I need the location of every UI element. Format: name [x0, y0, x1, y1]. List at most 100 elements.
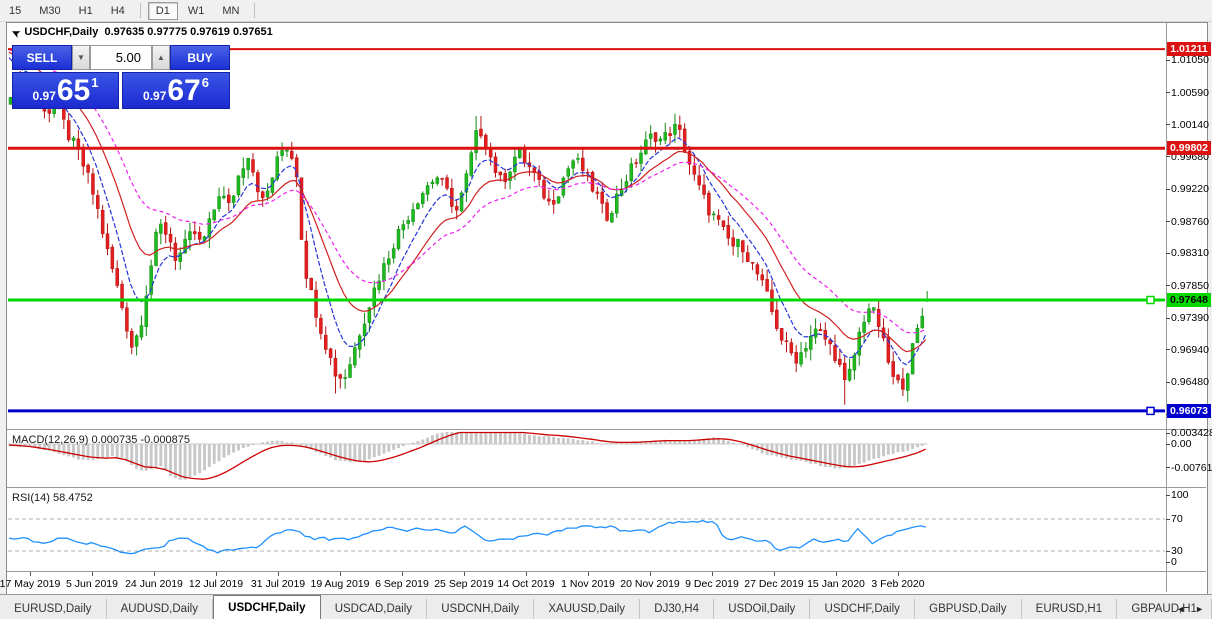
- price-level-badge[interactable]: 0.96073: [1167, 403, 1211, 418]
- timeframe-button-w1[interactable]: W1: [180, 2, 213, 20]
- date-label[interactable]: 3 Feb 2020: [871, 578, 924, 590]
- rsi-axis-label: 70: [1171, 513, 1183, 525]
- timeframe-button-m30[interactable]: M30: [31, 2, 68, 20]
- price-axis-label: 1.01050: [1171, 54, 1209, 67]
- chart-tab-dj30-h4[interactable]: DJ30,H4: [640, 599, 715, 619]
- date-label[interactable]: 14 Oct 2019: [497, 578, 554, 590]
- price-axis-separator: [1166, 23, 1167, 592]
- chart-tab-xauusd-daily[interactable]: XAUUSD,Daily: [534, 599, 641, 619]
- timeframe-button-mn[interactable]: MN: [214, 2, 247, 20]
- chart-tab-usdcnh-daily[interactable]: USDCNH,Daily: [427, 599, 535, 619]
- date-label[interactable]: 31 Jul 2019: [251, 578, 305, 590]
- price-axis-label: 0.96940: [1171, 343, 1209, 356]
- date-tick: [836, 572, 837, 576]
- chart-tab-eurusd-daily[interactable]: EURUSD,Daily: [0, 599, 107, 619]
- date-tick: [774, 572, 775, 576]
- timeline-separator: [7, 571, 1206, 572]
- sell-button[interactable]: SELL: [12, 45, 72, 70]
- macd-axis-tick: [1166, 467, 1170, 469]
- price-axis-tick: [1166, 381, 1170, 383]
- timeframe-button-h4[interactable]: H4: [103, 2, 133, 20]
- chart-tab-eurusd-h1[interactable]: EURUSD,H1: [1022, 599, 1118, 619]
- macd-panel-separator[interactable]: [7, 429, 1206, 430]
- price-axis-tick: [1166, 156, 1170, 158]
- date-tick: [278, 572, 279, 576]
- date-label[interactable]: 17 May 2019: [0, 578, 60, 590]
- one-click-trading-panel: SELL ▼ 5.00 ▲ BUY 0.97 65 1 0.97 67 6: [12, 45, 230, 109]
- toolbar-separator: [254, 3, 256, 18]
- tab-scroll-left-button[interactable]: ◄: [1176, 604, 1185, 614]
- chart-tab-usdcad-daily[interactable]: USDCAD,Daily: [321, 599, 428, 619]
- price-axis-tick: [1166, 252, 1170, 254]
- price-axis-label: 0.98760: [1171, 215, 1209, 228]
- rsi-axis-label: 0: [1171, 556, 1177, 568]
- chart-ohlc-values: 0.97635 0.97775 0.97619 0.97651: [104, 26, 273, 38]
- sell-price-sup: 1: [91, 75, 99, 90]
- macd-axis-tick: [1166, 432, 1170, 434]
- chart-tab-usdchf-daily[interactable]: USDCHF,Daily: [810, 599, 916, 619]
- date-label[interactable]: 6 Sep 2019: [375, 578, 429, 590]
- volume-input[interactable]: 5.00: [90, 45, 152, 70]
- volume-decrease-button[interactable]: ▼: [72, 45, 90, 70]
- date-label[interactable]: 24 Jun 2019: [125, 578, 183, 590]
- trade-controls-row: SELL ▼ 5.00 ▲ BUY: [12, 45, 230, 70]
- timeframe-button-15[interactable]: 15: [1, 2, 29, 20]
- date-tick: [402, 572, 403, 576]
- date-tick: [30, 572, 31, 576]
- buy-price-sup: 6: [201, 75, 209, 90]
- date-label[interactable]: 20 Nov 2019: [620, 578, 680, 590]
- price-axis-tick: [1166, 188, 1170, 190]
- date-tick: [216, 572, 217, 576]
- date-tick: [92, 572, 93, 576]
- rsi-axis-label: 100: [1171, 489, 1189, 501]
- chart-tab-audusd-daily[interactable]: AUDUSD,Daily: [107, 599, 214, 619]
- timeframe-button-h1[interactable]: H1: [71, 2, 101, 20]
- chart-symbol: USDCHF,Daily: [24, 26, 99, 38]
- date-label[interactable]: 25 Sep 2019: [434, 578, 494, 590]
- rsi-label: RSI(14) 58.4752: [12, 492, 93, 504]
- price-axis-tick: [1166, 285, 1170, 287]
- price-axis-tick: [1166, 59, 1170, 61]
- volume-increase-button[interactable]: ▲: [152, 45, 170, 70]
- date-label[interactable]: 1 Nov 2019: [561, 578, 615, 590]
- chart-tab-gbpusd-daily[interactable]: GBPUSD,Daily: [915, 599, 1022, 619]
- date-tick: [712, 572, 713, 576]
- rsi-axis-tick: [1166, 494, 1170, 496]
- date-tick: [154, 572, 155, 576]
- macd-label: MACD(12,26,9) 0.000735 -0.000875: [12, 434, 190, 446]
- buy-button[interactable]: BUY: [170, 45, 230, 70]
- price-level-badge[interactable]: 0.99802: [1167, 141, 1211, 156]
- sell-price-tile[interactable]: 0.97 65 1: [12, 72, 119, 109]
- price-level-badge[interactable]: 0.97648: [1167, 293, 1211, 307]
- sell-price-big: 65: [56, 74, 91, 107]
- rsi-axis-tick: [1166, 550, 1170, 552]
- price-axis-label: 0.97390: [1171, 312, 1209, 325]
- spin-up-icon: ▲: [157, 53, 165, 62]
- chart-cursor-icon: ➤: [10, 25, 23, 40]
- date-label[interactable]: 27 Dec 2019: [744, 578, 804, 590]
- price-axis-label: 0.96480: [1171, 376, 1209, 389]
- buy-price-tile[interactable]: 0.97 67 6: [122, 72, 230, 109]
- date-label[interactable]: 12 Jul 2019: [189, 578, 243, 590]
- macd-axis-label: 0.00: [1171, 438, 1192, 450]
- date-label[interactable]: 9 Dec 2019: [685, 578, 739, 590]
- rsi-axis-tick: [1166, 561, 1170, 563]
- chart-tab-usdoil-daily[interactable]: USDOil,Daily: [714, 599, 811, 619]
- rsi-panel-separator[interactable]: [7, 487, 1206, 488]
- timeframe-button-d1[interactable]: D1: [147, 1, 178, 20]
- date-tick: [650, 572, 651, 576]
- price-level-badge[interactable]: 1.01211: [1167, 42, 1211, 57]
- price-tiles-row: 0.97 65 1 0.97 67 6: [12, 72, 230, 109]
- toolbar-separator: [139, 3, 141, 18]
- date-tick: [898, 572, 899, 576]
- rsi-panel[interactable]: [7, 489, 1166, 572]
- date-label[interactable]: 19 Aug 2019: [311, 578, 370, 590]
- rsi-axis-tick: [1166, 518, 1170, 520]
- tab-scroll-right-button[interactable]: ►: [1195, 604, 1204, 614]
- price-axis-tick: [1166, 124, 1170, 125]
- chart-tab-usdchf-daily[interactable]: USDCHF,Daily: [213, 595, 321, 619]
- date-label[interactable]: 5 Jun 2019: [66, 578, 118, 590]
- price-axis-tick: [1166, 92, 1170, 94]
- date-label[interactable]: 15 Jan 2020: [807, 578, 865, 590]
- buy-price-small: 0.97: [143, 89, 167, 103]
